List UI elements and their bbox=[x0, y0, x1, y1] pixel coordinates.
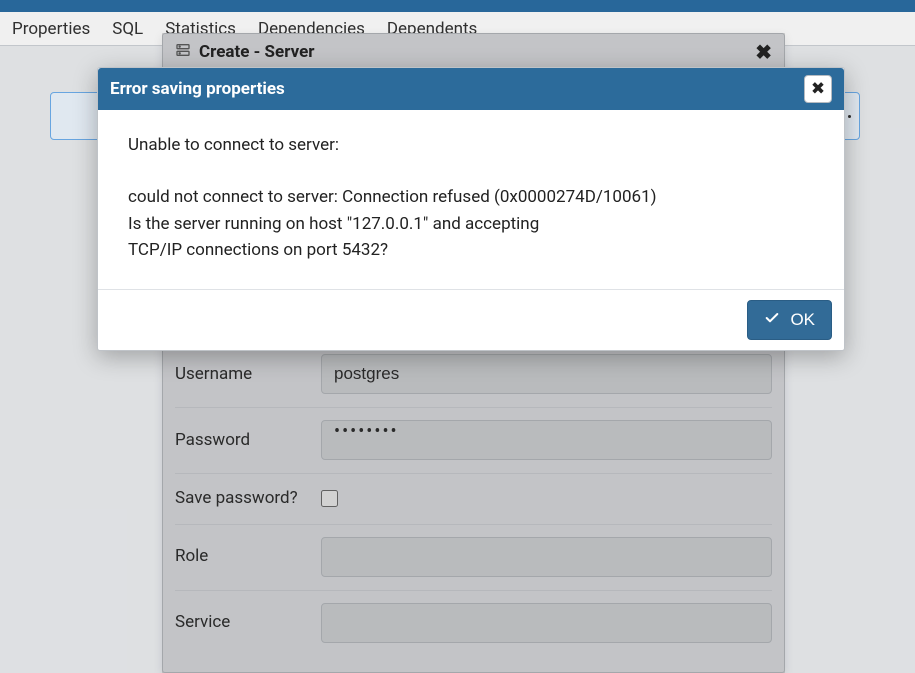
app-top-bar bbox=[0, 0, 915, 12]
row-service: Service bbox=[175, 591, 772, 656]
row-username: Username bbox=[175, 341, 772, 408]
create-server-titlebar: Create - Server ✖ bbox=[163, 34, 784, 71]
input-role[interactable] bbox=[321, 537, 772, 577]
error-lead: Unable to connect to server: bbox=[128, 132, 814, 158]
label-username: Username bbox=[175, 362, 309, 387]
create-server-title: Create - Server bbox=[199, 42, 314, 62]
label-service: Service bbox=[175, 610, 309, 635]
input-username[interactable] bbox=[321, 354, 772, 394]
label-role: Role bbox=[175, 544, 309, 569]
input-service[interactable] bbox=[321, 603, 772, 643]
row-password: Password •••••••• bbox=[175, 408, 772, 474]
error-title: Error saving properties bbox=[110, 79, 285, 99]
input-password[interactable]: •••••••• bbox=[321, 420, 772, 460]
error-titlebar: Error saving properties ✖ bbox=[98, 68, 844, 110]
label-save-password: Save password? bbox=[175, 486, 309, 511]
create-server-close-icon[interactable]: ✖ bbox=[755, 40, 772, 64]
error-footer: OK bbox=[98, 289, 844, 350]
error-line-1: could not connect to server: Connection … bbox=[128, 184, 814, 210]
server-icon bbox=[175, 42, 191, 63]
error-line-3: TCP/IP connections on port 5432? bbox=[128, 237, 814, 263]
check-icon bbox=[764, 310, 780, 331]
tab-sql[interactable]: SQL bbox=[112, 13, 143, 45]
error-dialog: Error saving properties ✖ Unable to conn… bbox=[97, 67, 845, 351]
ok-button[interactable]: OK bbox=[747, 300, 832, 340]
ok-label: OK bbox=[790, 310, 815, 330]
close-icon: ✖ bbox=[811, 79, 825, 99]
error-line-2: Is the server running on host "127.0.0.1… bbox=[128, 211, 814, 237]
checkbox-save-password[interactable] bbox=[321, 490, 338, 507]
row-save-password: Save password? bbox=[175, 474, 772, 525]
error-body: Unable to connect to server: could not c… bbox=[98, 110, 844, 289]
tab-properties[interactable]: Properties bbox=[12, 13, 90, 45]
row-role: Role bbox=[175, 525, 772, 591]
label-password: Password bbox=[175, 428, 309, 453]
error-close-button[interactable]: ✖ bbox=[804, 75, 832, 103]
